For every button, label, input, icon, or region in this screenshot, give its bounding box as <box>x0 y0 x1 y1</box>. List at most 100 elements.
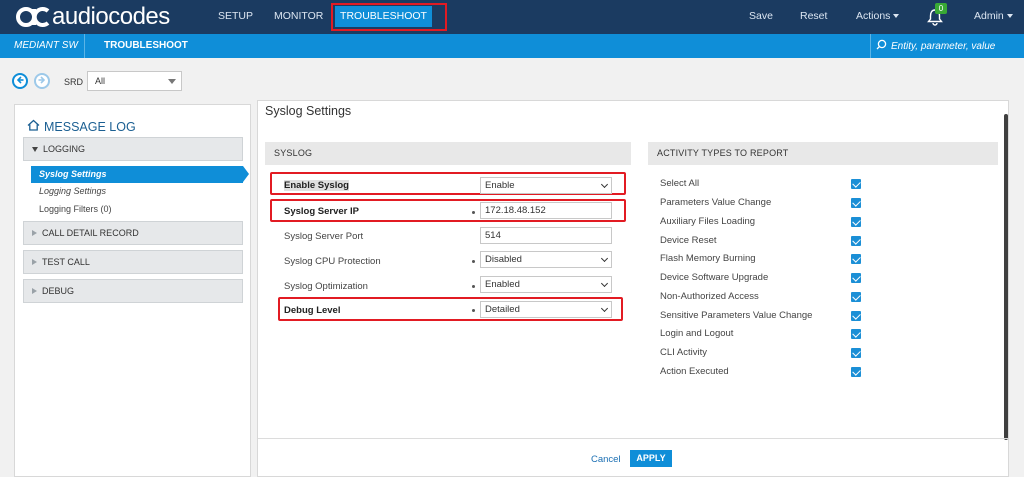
chevron-down-icon <box>600 279 609 288</box>
message-log-label: MESSAGE LOG <box>44 119 136 134</box>
activity-checkbox[interactable] <box>851 236 861 246</box>
activity-checkbox[interactable] <box>851 367 861 377</box>
syslog-group-header: SYSLOG <box>265 142 631 165</box>
modified-indicator <box>472 285 475 288</box>
nav-troubleshoot[interactable]: TROUBLESHOOT <box>335 6 432 27</box>
group-logging[interactable]: LOGGING <box>23 137 243 161</box>
group-debug[interactable]: DEBUG <box>23 279 243 303</box>
triangle-down-icon <box>32 146 38 152</box>
srd-toolbar: SRD All <box>0 58 1024 100</box>
modified-indicator <box>472 309 475 312</box>
menu-logging-settings[interactable]: Logging Settings <box>39 186 106 196</box>
scrollbar[interactable] <box>1004 114 1008 440</box>
save-button[interactable]: Save <box>749 10 773 22</box>
divider <box>84 34 85 58</box>
activity-checkbox[interactable] <box>851 329 861 339</box>
syslog-cpu-protection-label: Syslog CPU Protection <box>284 256 381 267</box>
srd-select[interactable]: All <box>87 71 182 91</box>
back-button[interactable] <box>12 73 28 89</box>
chevron-down-icon <box>600 304 609 313</box>
activity-label: Sensitive Parameters Value Change <box>660 310 813 321</box>
activity-label: Login and Logout <box>660 328 734 339</box>
group-label: TEST CALL <box>42 257 90 267</box>
group-label: DEBUG <box>42 286 75 296</box>
syslog-server-port-value: 514 <box>485 230 501 241</box>
message-log-title[interactable]: MESSAGE LOG <box>27 119 136 134</box>
activity-label: Flash Memory Burning <box>660 253 756 264</box>
syslog-optimization-select[interactable]: Enabled <box>480 276 612 293</box>
chevron-down-icon <box>168 79 176 84</box>
admin-menu[interactable]: Admin <box>974 10 1013 22</box>
activity-label: Non-Authorized Access <box>660 291 759 302</box>
triangle-right-icon <box>32 230 37 236</box>
home-icon <box>27 119 40 134</box>
syslog-optimization-value: Enabled <box>485 279 520 290</box>
activity-label: Action Executed <box>660 366 729 377</box>
chevron-down-icon <box>600 180 609 189</box>
group-test-call[interactable]: TEST CALL <box>23 250 243 274</box>
caret-down-icon <box>893 14 900 18</box>
menu-syslog-settings[interactable]: Syslog Settings <box>31 166 249 183</box>
syslog-cpu-protection-value: Disabled <box>485 254 522 265</box>
top-header: audiocodes SETUP MONITOR TROUBLESHOOT Sa… <box>0 0 1024 34</box>
caret-down-icon <box>1006 14 1013 18</box>
syslog-server-ip-field[interactable]: 172.18.48.152 <box>480 202 612 219</box>
group-label: CALL DETAIL RECORD <box>42 228 139 238</box>
debug-level-select[interactable]: Detailed <box>480 301 612 318</box>
navigation-panel: MESSAGE LOG LOGGING Syslog Settings Logg… <box>14 104 251 477</box>
activity-label: Parameters Value Change <box>660 197 772 208</box>
activity-label: CLI Activity <box>660 347 707 358</box>
group-label: LOGGING <box>43 144 86 154</box>
activity-label: Device Reset <box>660 235 717 246</box>
nav-monitor[interactable]: MONITOR <box>274 10 323 22</box>
alarm-count-badge: 0 <box>935 3 947 14</box>
search-icon <box>876 39 887 53</box>
triangle-right-icon <box>32 259 37 265</box>
activity-checkbox[interactable] <box>851 273 861 283</box>
syslog-cpu-protection-select[interactable]: Disabled <box>480 251 612 268</box>
activity-label: Auxiliary Files Loading <box>660 216 756 227</box>
search-input[interactable]: Entity, parameter, value <box>876 39 995 53</box>
audiocodes-logo: audiocodes <box>16 3 170 30</box>
arrow-right-icon <box>38 75 46 87</box>
admin-label: Admin <box>974 10 1004 22</box>
activity-checkbox[interactable] <box>851 311 861 321</box>
activity-checkbox[interactable] <box>851 254 861 264</box>
srd-value: All <box>95 76 106 86</box>
enable-syslog-select[interactable]: Enable <box>480 177 612 194</box>
activity-checkbox[interactable] <box>851 217 861 227</box>
syslog-server-port-field[interactable]: 514 <box>480 227 612 244</box>
activity-label: Device Software Upgrade <box>660 272 769 283</box>
menu-logging-filters[interactable]: Logging Filters (0) <box>39 204 112 214</box>
activity-checkbox[interactable] <box>851 348 861 358</box>
enable-syslog-value: Enable <box>485 180 515 191</box>
search-placeholder: Entity, parameter, value <box>891 40 996 52</box>
modified-indicator <box>472 260 475 263</box>
modified-indicator <box>472 211 475 214</box>
forward-button[interactable] <box>34 73 50 89</box>
activity-checkbox[interactable] <box>851 198 861 208</box>
actions-menu[interactable]: Actions <box>856 10 900 22</box>
cancel-button[interactable]: Cancel <box>591 454 621 465</box>
section-title: TROUBLESHOOT <box>104 40 188 51</box>
activity-checkbox[interactable] <box>851 292 861 302</box>
activity-group-header: ACTIVITY TYPES TO REPORT <box>648 142 998 165</box>
triangle-right-icon <box>32 288 37 294</box>
brand-name: audiocodes <box>52 3 170 30</box>
debug-level-value: Detailed <box>485 304 520 315</box>
device-name[interactable]: MEDIANT SW <box>14 40 78 51</box>
activity-label: Select All <box>660 178 700 189</box>
debug-level-label: Debug Level <box>284 305 341 316</box>
sub-header: MEDIANT SW TROUBLESHOOT Entity, paramete… <box>0 34 1024 58</box>
select-all-checkbox[interactable] <box>851 179 861 189</box>
group-call-detail-record[interactable]: CALL DETAIL RECORD <box>23 221 243 245</box>
nav-setup[interactable]: SETUP <box>218 10 253 22</box>
reset-button[interactable]: Reset <box>800 10 827 22</box>
divider <box>258 438 1008 439</box>
apply-button[interactable]: APPLY <box>630 450 672 467</box>
syslog-server-ip-value: 172.18.48.152 <box>485 205 546 216</box>
chevron-down-icon <box>600 254 609 263</box>
arrow-left-icon <box>16 75 24 87</box>
syslog-server-port-label: Syslog Server Port <box>284 231 364 242</box>
srd-label: SRD <box>64 77 84 87</box>
